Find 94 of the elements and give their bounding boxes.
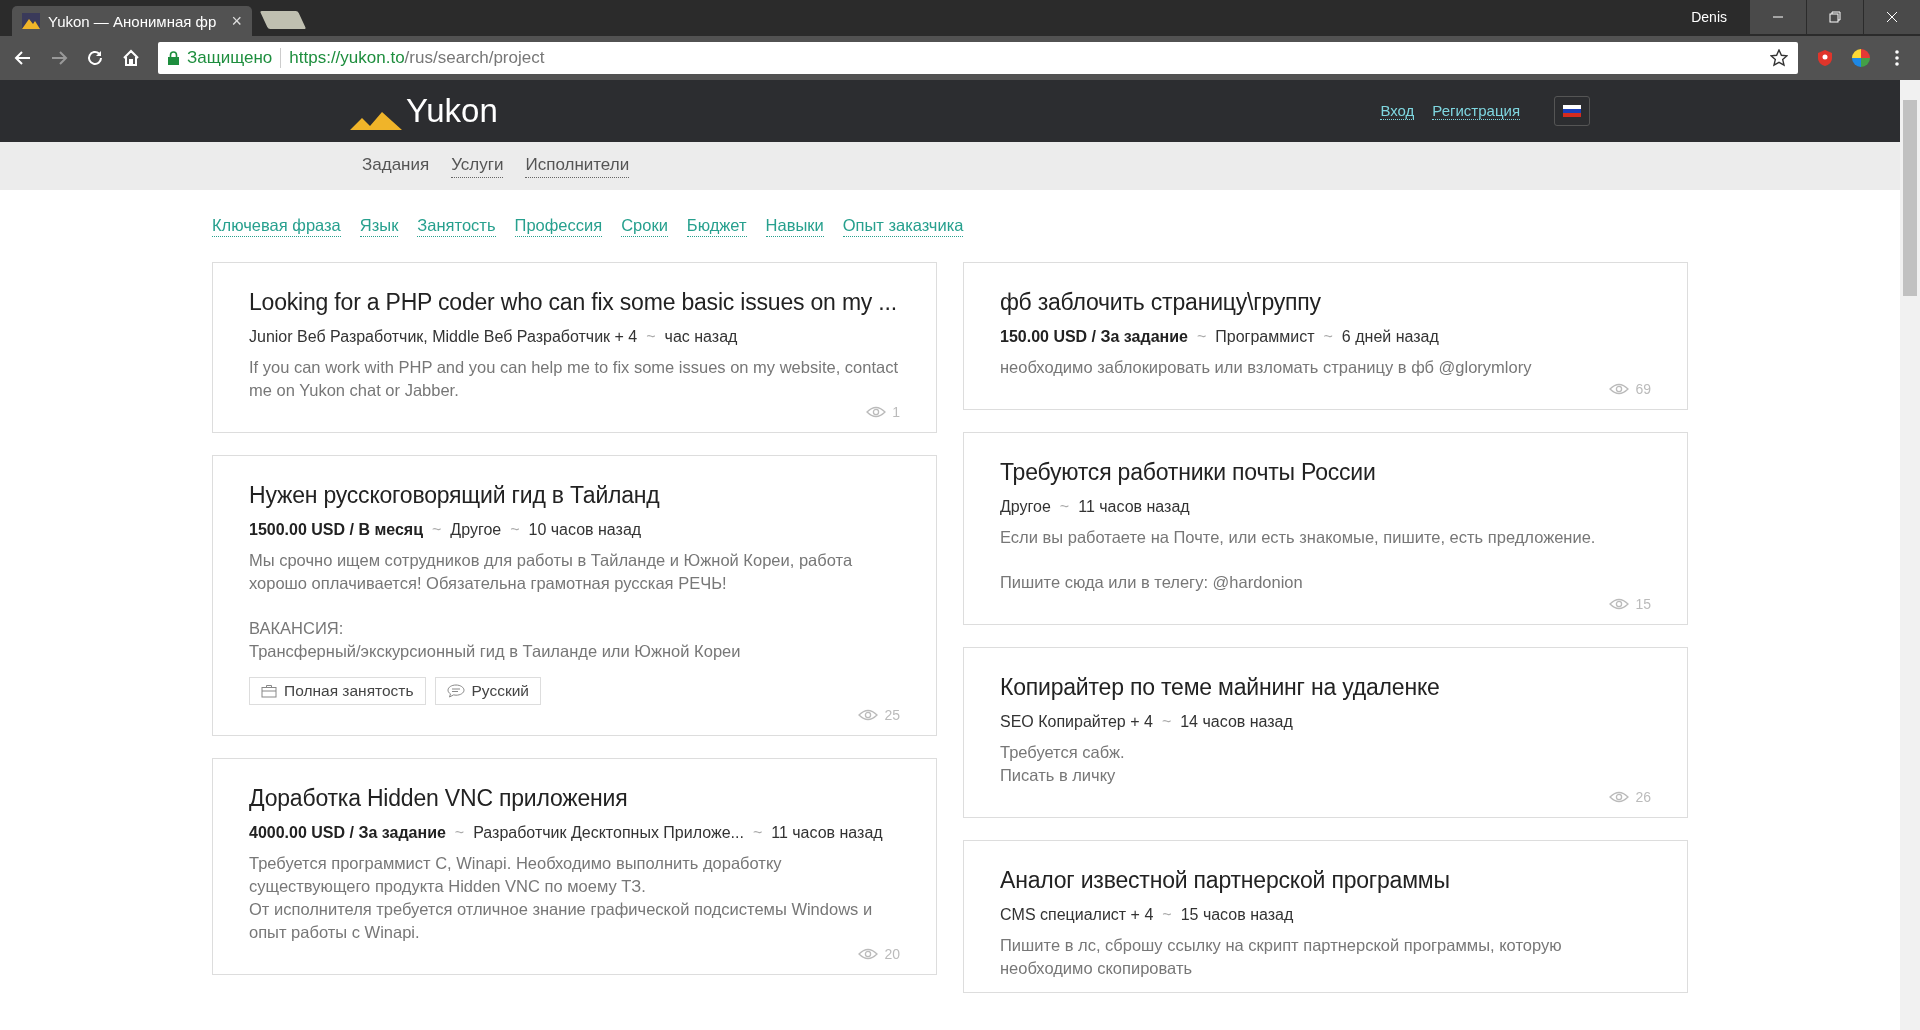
flag-icon bbox=[1563, 105, 1581, 117]
price-text: 1500.00 USD / В месяц bbox=[249, 521, 423, 539]
nav-tab[interactable]: Исполнители bbox=[525, 154, 630, 178]
project-description: Пишите в лс, сброшу ссылку на скрипт партнерской программы, которую необходимо скопировать bbox=[1000, 935, 1563, 979]
filter-link[interactable]: Язык bbox=[359, 216, 399, 237]
project-description: Требуется сабж. Писать в личку bbox=[1000, 742, 1126, 786]
meta-text: 11 часов назад bbox=[771, 824, 883, 842]
scrollbar[interactable] bbox=[1900, 80, 1920, 1030]
project-description: If you can work with PHP and you can help me to fix some issues on my website, contact me on Yukon chat or Jabber. bbox=[249, 357, 899, 401]
nav-tab[interactable]: Услуги bbox=[451, 154, 504, 178]
meta-text: Программист bbox=[1215, 328, 1315, 346]
separator-tilde: ~ bbox=[510, 521, 520, 539]
meta-text: 14 часов назад bbox=[1180, 713, 1293, 731]
project-title[interactable]: Нужен русскоговорящий гид в Тайланд bbox=[249, 482, 660, 509]
price-text: 150.00 USD / За задание bbox=[1000, 328, 1188, 346]
forward-arrow-icon[interactable] bbox=[50, 49, 68, 67]
eye-icon bbox=[866, 406, 887, 418]
view-count: 25 bbox=[884, 707, 900, 723]
mountain-icon bbox=[22, 13, 40, 29]
view-count: 26 bbox=[1635, 789, 1651, 805]
meta-text: Другое bbox=[1000, 498, 1051, 516]
logo-text[interactable]: Yukon bbox=[406, 92, 498, 130]
project-title[interactable]: Требуются работники почты России bbox=[1000, 459, 1376, 486]
project-title[interactable]: Аналог известной партнерской программы bbox=[1000, 867, 1450, 894]
meta-text: 15 часов назад bbox=[1180, 906, 1294, 924]
color-wheel-icon[interactable] bbox=[1851, 48, 1871, 68]
meta-text: 10 часов назад bbox=[528, 521, 642, 539]
separator-tilde: ~ bbox=[432, 521, 442, 539]
language-button[interactable] bbox=[1554, 96, 1590, 126]
tag-chip: Русский bbox=[434, 677, 541, 705]
meta-text: Разработчик Десктопных Приложе... bbox=[473, 824, 744, 842]
home-icon[interactable] bbox=[122, 49, 140, 67]
separator-tilde: ~ bbox=[454, 824, 465, 842]
speech-bubble-icon bbox=[446, 684, 465, 698]
tag-chip: Полная занятость bbox=[249, 677, 426, 705]
close-tab-button[interactable]: × bbox=[231, 10, 242, 32]
menu-icon[interactable] bbox=[1895, 50, 1899, 66]
profile-name[interactable]: Denis bbox=[1691, 9, 1727, 25]
project-description: необходимо заблокировать или взломать страницу в фб @glorymlory bbox=[1000, 357, 1533, 378]
mountain-logo-icon bbox=[350, 110, 402, 130]
filter-link[interactable]: Сроки bbox=[621, 216, 668, 237]
meta-text: 11 часов назад bbox=[1078, 498, 1190, 516]
eye-icon bbox=[858, 948, 879, 960]
nav-tab[interactable]: Задания bbox=[362, 154, 430, 178]
eye-icon bbox=[1609, 383, 1630, 395]
filter-link[interactable]: Занятость bbox=[417, 216, 496, 237]
eye-icon bbox=[1609, 791, 1630, 803]
eye-icon bbox=[858, 709, 879, 721]
eye-icon bbox=[1609, 598, 1630, 610]
restore-button[interactable] bbox=[1807, 0, 1863, 34]
meta-text: Junior Веб Разработчик, Middle Веб Разработчик + 4 bbox=[249, 328, 638, 346]
reload-icon[interactable] bbox=[86, 49, 104, 67]
view-count: 1 bbox=[892, 404, 900, 420]
separator-tilde: ~ bbox=[646, 328, 656, 346]
separator-tilde: ~ bbox=[1059, 498, 1070, 516]
filter-link[interactable]: Ключевая фраза bbox=[212, 216, 341, 237]
price-text: 4000.00 USD / За задание bbox=[249, 824, 446, 842]
close-icon bbox=[1886, 11, 1898, 23]
restore-icon bbox=[1829, 11, 1841, 23]
meta-text: CMS специалист + 4 bbox=[1000, 906, 1154, 924]
address-bar[interactable]: Защищено https://yukon.to/rus/search/project bbox=[158, 42, 1798, 74]
project-description: Пишите сюда или в телегу: @hardonion bbox=[1000, 572, 1304, 593]
separator-tilde: ~ bbox=[1161, 713, 1172, 731]
project-title[interactable]: фб заблочить страницу\группу bbox=[1000, 289, 1321, 316]
separator-tilde: ~ bbox=[1323, 328, 1333, 346]
separator-tilde: ~ bbox=[1162, 906, 1172, 924]
meta-text: 6 дней назад bbox=[1341, 328, 1439, 346]
filter-link[interactable]: Опыт заказчика bbox=[842, 216, 964, 237]
browser-tab[interactable]: Yukon — Анонимная фр × bbox=[12, 6, 252, 36]
separator-tilde: ~ bbox=[1196, 328, 1207, 346]
project-title[interactable]: Копирайтер по теме майнинг на удаленке bbox=[1000, 674, 1440, 701]
header-link[interactable]: Регистрация bbox=[1432, 102, 1520, 120]
view-count: 15 bbox=[1635, 596, 1651, 612]
star-icon[interactable] bbox=[1770, 49, 1788, 67]
lock-icon bbox=[168, 51, 179, 65]
separator-tilde: ~ bbox=[752, 824, 763, 842]
project-description: Если вы работаете на Почте, или есть знакомые, пишите, есть предложение. bbox=[1000, 527, 1597, 548]
meta-text: Другое bbox=[450, 521, 502, 539]
project-description: Требуется программист C, Winapi. Необходимо выполнить доработку существующего продукта Hidden VNC по моему ТЗ. От исполнителя требуется отличное знание графической подсистемы Windows и опыт работы с Winapi. bbox=[249, 853, 874, 943]
filter-link[interactable]: Навыки bbox=[765, 216, 824, 237]
filter-link[interactable]: Бюджет bbox=[686, 216, 747, 237]
view-count: 69 bbox=[1635, 381, 1651, 397]
back-arrow-icon[interactable] bbox=[14, 49, 32, 67]
project-description: ВАКАНСИЯ: Трансферный/экскурсионный гид в Таиланде или Южной Кореи bbox=[249, 618, 742, 662]
header-link[interactable]: Вход bbox=[1380, 102, 1415, 120]
meta-text: SEO Копирайтер + 4 bbox=[1000, 713, 1153, 731]
briefcase-icon bbox=[261, 684, 277, 698]
view-count: 20 bbox=[884, 946, 900, 962]
project-title[interactable]: Доработка Hidden VNC приложения bbox=[249, 785, 628, 812]
meta-text: час назад bbox=[664, 328, 738, 346]
filter-link[interactable]: Профессия bbox=[514, 216, 603, 237]
shield-icon[interactable] bbox=[1816, 49, 1834, 67]
project-description: Мы срочно ищем сотрудников для работы в Тайланде и Южной Кореи, работа хорошо оплачивается! Обязательна грамотная русская РЕЧЬ! bbox=[249, 550, 854, 594]
project-title[interactable]: Looking for a PHP coder who can fix some basic issues on my ... bbox=[249, 289, 897, 316]
